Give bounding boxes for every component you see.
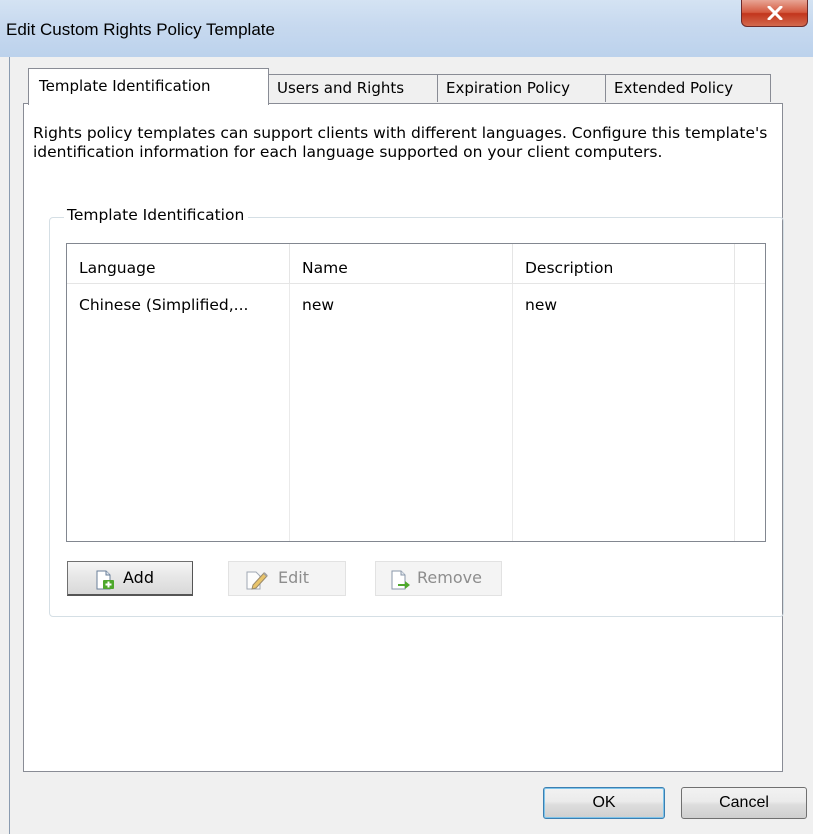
cell-language: Chinese (Simplified,... [79, 296, 249, 314]
column-header-description[interactable]: Description [513, 244, 735, 284]
remove-button-label: Remove [417, 568, 482, 587]
tab-template-identification[interactable]: Template Identification [28, 68, 269, 105]
close-button[interactable] [741, 0, 808, 27]
edit-button-label: Edit [278, 568, 309, 587]
tab-users-and-rights[interactable]: Users and Rights [268, 74, 438, 102]
column-header-filler [735, 244, 765, 284]
column-divider [512, 284, 513, 541]
cell-description: new [525, 296, 558, 314]
language-list[interactable]: Language Name Description Chinese (Simpl… [66, 243, 766, 542]
window-title: Edit Custom Rights Policy Template [6, 20, 275, 39]
title-bar: Edit Custom Rights Policy Template [0, 0, 813, 57]
remove-page-icon [391, 570, 410, 590]
ok-button[interactable]: OK [543, 787, 665, 819]
cell-name: new [302, 296, 335, 314]
edit-button[interactable]: Edit [228, 561, 346, 596]
remove-button[interactable]: Remove [375, 561, 502, 596]
tab-extended-policy[interactable]: Extended Policy [605, 74, 771, 102]
edit-pencil-icon [246, 571, 268, 590]
add-page-icon [96, 570, 114, 590]
description-text: Rights policy templates can support clie… [33, 124, 768, 161]
add-button-label: Add [123, 568, 154, 587]
close-x-icon [767, 6, 783, 20]
cancel-button[interactable]: Cancel [681, 787, 807, 819]
add-button[interactable]: Add [67, 561, 193, 596]
group-label: Template Identification [64, 206, 249, 224]
column-divider [734, 284, 735, 541]
tab-expiration-policy[interactable]: Expiration Policy [437, 74, 606, 102]
column-header-language[interactable]: Language [67, 244, 290, 284]
dialog-window: Edit Custom Rights Policy Template Templ… [0, 0, 813, 834]
column-divider [289, 284, 290, 541]
column-header-name[interactable]: Name [290, 244, 513, 284]
